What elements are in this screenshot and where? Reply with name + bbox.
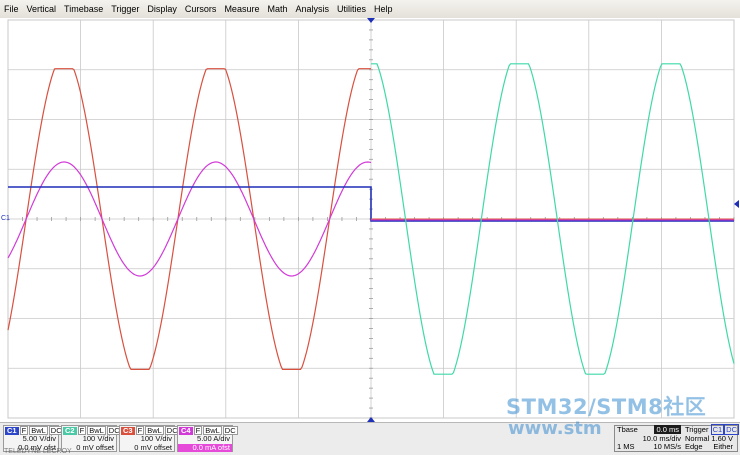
c3-offset: 0 mV offset [134,442,172,452]
channel-c3-box[interactable]: C3FBwLDC1M 100 V/div 0 mV offset [119,425,191,452]
trace-c1 [8,186,734,222]
menu-bar: File Vertical Timebase Trigger Display C… [0,0,740,19]
c1-tag: C1 [5,425,19,435]
menu-math[interactable]: Math [263,0,291,18]
menu-cursors[interactable]: Cursors [181,0,221,18]
watermark-line1: STM32/STM8社区 [506,395,707,419]
menu-vertical[interactable]: Vertical [23,0,61,18]
watermark: STM32/STM8社区 www.stm [506,396,706,440]
trigger-slope: Either [713,442,733,451]
menu-measure[interactable]: Measure [220,0,263,18]
timebase-mode-row: 1 MS 10 MS/s [615,442,685,452]
c2-tag: C2 [63,425,77,435]
waveform-display[interactable]: C1 [0,18,740,422]
timebase-mode: 1 MS [617,442,635,451]
waveform-svg: C1 [1,18,739,422]
trigger-type: Edge [685,442,703,451]
menu-trigger[interactable]: Trigger [107,0,143,18]
menu-analysis[interactable]: Analysis [291,0,333,18]
trigger-type-row: Edge Either [685,442,735,452]
menu-help[interactable]: Help [370,0,397,18]
c1-ground-marker: C1 [1,215,10,222]
menu-display[interactable]: Display [143,0,181,18]
menu-file[interactable]: File [0,0,23,18]
menu-utilities[interactable]: Utilities [333,0,370,18]
channel-c4-box[interactable]: C4 F BwL DC 5.00 A/div 0.0 mA ofst [177,425,238,452]
watermark-line2: www.stm [508,418,602,439]
trigger-level-marker [734,200,739,208]
c3-tag: C3 [121,425,135,435]
timebase-rate: 10 MS/s [653,442,681,451]
c4-offset: 0.0 mA ofst [178,443,232,452]
c4-tag: C4 [179,425,193,435]
menu-timebase[interactable]: Timebase [60,0,107,18]
